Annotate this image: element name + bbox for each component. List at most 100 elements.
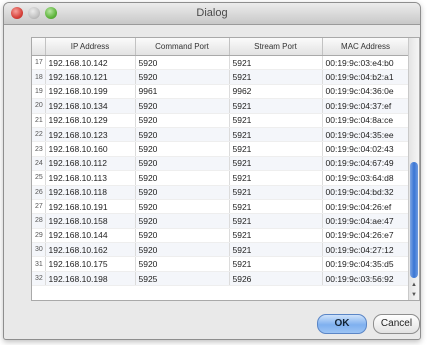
table-row[interactable]: 32 192.168.10.198 5925 5926 00:19:9c:03:56:9… xyxy=(32,271,410,287)
mac-address-cell: 00:19:9c:04:b2:a1 xyxy=(322,69,410,85)
ip-address-cell: 192.168.10.142 xyxy=(45,55,136,71)
row-number-cell: 27 xyxy=(32,199,46,215)
table-header-row: IP Address Command Port Stream Port MAC … xyxy=(32,38,410,56)
stream-port-cell: 5921 xyxy=(229,199,323,215)
table-row[interactable]: 28 192.168.10.158 5920 5921 00:19:9c:04:ae:4… xyxy=(32,213,410,229)
mac-address-cell: 00:19:9c:04:35:d5 xyxy=(322,256,410,272)
cancel-button[interactable]: Cancel xyxy=(373,314,420,334)
command-port-cell: 5920 xyxy=(135,256,230,272)
ip-address-cell: 192.168.10.158 xyxy=(45,213,136,229)
ip-address-cell: 192.168.10.118 xyxy=(45,185,136,200)
row-number-cell: 28 xyxy=(32,213,46,229)
header-stream-port[interactable]: Stream Port xyxy=(229,38,323,56)
ip-address-cell: 192.168.10.134 xyxy=(45,98,136,114)
table-row[interactable]: 31 192.168.10.175 5920 5921 00:19:9c:04:35:d… xyxy=(32,256,410,272)
header-mac-address[interactable]: MAC Address xyxy=(322,38,410,56)
title-bar[interactable]: Dialog xyxy=(4,3,420,25)
scroll-thumb[interactable] xyxy=(410,162,418,278)
command-port-cell: 5920 xyxy=(135,185,230,200)
table-row[interactable]: 30 192.168.10.162 5920 5921 00:19:9c:04:27:1… xyxy=(32,242,410,258)
ok-button[interactable]: OK xyxy=(317,314,367,334)
command-port-cell: 5920 xyxy=(135,199,230,215)
stream-port-cell: 5921 xyxy=(229,256,323,272)
row-number-cell: 19 xyxy=(32,84,46,100)
device-table: IP Address Command Port Stream Port MAC … xyxy=(32,38,410,287)
mac-address-cell: 00:19:9c:04:27:12 xyxy=(322,242,410,258)
table-row[interactable]: 24 192.168.10.112 5920 5921 00:19:9c:04:67:4… xyxy=(32,156,410,172)
stream-port-cell: 9962 xyxy=(229,84,323,100)
table-row[interactable]: 20 192.168.10.134 5920 5921 00:19:9c:04:37:e… xyxy=(32,98,410,114)
mac-address-cell: 00:19:9c:03:64:d8 xyxy=(322,170,410,186)
table-row[interactable]: 17 192.168.10.142 5920 5921 00:19:9c:03:e4:b… xyxy=(32,55,410,71)
mac-address-cell: 00:19:9c:04:67:49 xyxy=(322,156,410,172)
device-table-container[interactable]: IP Address Command Port Stream Port MAC … xyxy=(31,37,420,301)
ip-address-cell: 192.168.10.162 xyxy=(45,242,136,258)
table-row[interactable]: 26 192.168.10.118 5920 5921 00:19:9c:04:bd:3… xyxy=(32,185,410,200)
arrow-down-icon[interactable]: ▼ xyxy=(409,290,419,300)
header-row-number xyxy=(32,38,46,56)
table-row[interactable]: 21 192.168.10.129 5920 5921 00:19:9c:04:8a:c… xyxy=(32,113,410,128)
mac-address-cell: 00:19:9c:04:02:43 xyxy=(322,141,410,157)
stream-port-cell: 5921 xyxy=(229,170,323,186)
stream-port-cell: 5921 xyxy=(229,185,323,200)
row-number-cell: 24 xyxy=(32,156,46,172)
mac-address-cell: 00:19:9c:04:ae:47 xyxy=(322,213,410,229)
command-port-cell: 5920 xyxy=(135,141,230,157)
stream-port-cell: 5921 xyxy=(229,242,323,258)
row-number-cell: 25 xyxy=(32,170,46,186)
table-row[interactable]: 19 192.168.10.199 9961 9962 00:19:9c:04:36:0… xyxy=(32,84,410,100)
ip-address-cell: 192.168.10.112 xyxy=(45,156,136,172)
header-ip-address[interactable]: IP Address xyxy=(45,38,136,56)
table-row[interactable]: 29 192.168.10.144 5920 5921 00:19:9c:04:26:e… xyxy=(32,228,410,244)
command-port-cell: 5920 xyxy=(135,156,230,172)
stream-port-cell: 5921 xyxy=(229,156,323,172)
row-number-cell: 21 xyxy=(32,113,46,128)
header-command-port[interactable]: Command Port xyxy=(135,38,230,56)
command-port-cell: 5920 xyxy=(135,170,230,186)
command-port-cell: 5920 xyxy=(135,55,230,71)
ip-address-cell: 192.168.10.144 xyxy=(45,228,136,244)
row-number-cell: 30 xyxy=(32,242,46,258)
mac-address-cell: 00:19:9c:04:26:e7 xyxy=(322,228,410,244)
stream-port-cell: 5921 xyxy=(229,98,323,114)
stream-port-cell: 5921 xyxy=(229,55,323,71)
table-row[interactable]: 22 192.168.10.123 5920 5921 00:19:9c:04:35:e… xyxy=(32,127,410,143)
row-number-cell: 20 xyxy=(32,98,46,114)
stream-port-cell: 5921 xyxy=(229,127,323,143)
ip-address-cell: 192.168.10.121 xyxy=(45,69,136,85)
command-port-cell: 5920 xyxy=(135,213,230,229)
ip-address-cell: 192.168.10.123 xyxy=(45,127,136,143)
command-port-cell: 5920 xyxy=(135,113,230,128)
ip-address-cell: 192.168.10.191 xyxy=(45,199,136,215)
command-port-cell: 9961 xyxy=(135,84,230,100)
row-number-cell: 23 xyxy=(32,141,46,157)
ip-address-cell: 192.168.10.198 xyxy=(45,271,136,287)
row-number-cell: 26 xyxy=(32,185,46,200)
arrow-up-icon[interactable]: ▲ xyxy=(409,280,419,290)
stream-port-cell: 5921 xyxy=(229,69,323,85)
mac-address-cell: 00:19:9c:04:bd:32 xyxy=(322,185,410,200)
mac-address-cell: 00:19:9c:04:36:0e xyxy=(322,84,410,100)
window-title: Dialog xyxy=(196,7,228,19)
command-port-cell: 5920 xyxy=(135,98,230,114)
stream-port-cell: 5921 xyxy=(229,113,323,128)
mac-address-cell: 00:19:9c:03:e4:b0 xyxy=(322,55,410,71)
row-number-cell: 32 xyxy=(32,271,46,287)
row-number-cell: 22 xyxy=(32,127,46,143)
table-row[interactable]: 27 192.168.10.191 5920 5921 00:19:9c:04:26:e… xyxy=(32,199,410,215)
table-row[interactable]: 23 192.168.10.160 5920 5921 00:19:9c:04:02:4… xyxy=(32,141,410,157)
command-port-cell: 5920 xyxy=(135,242,230,258)
dialog-window: Dialog IP Address Command Port Stream Po… xyxy=(3,2,421,340)
table-row[interactable]: 18 192.168.10.121 5920 5921 00:19:9c:04:b2:a… xyxy=(32,69,410,85)
row-number-cell: 31 xyxy=(32,256,46,272)
mac-address-cell: 00:19:9c:04:8a:ce xyxy=(322,113,410,128)
vertical-scrollbar[interactable]: ▲ ▼ xyxy=(408,38,419,300)
command-port-cell: 5920 xyxy=(135,228,230,244)
mac-address-cell: 00:19:9c:04:26:ef xyxy=(322,199,410,215)
command-port-cell: 5920 xyxy=(135,127,230,143)
row-number-cell: 18 xyxy=(32,69,46,85)
table-row[interactable]: 25 192.168.10.113 5920 5921 00:19:9c:03:64:d… xyxy=(32,170,410,186)
mac-address-cell: 00:19:9c:04:37:ef xyxy=(322,98,410,114)
stream-port-cell: 5926 xyxy=(229,271,323,287)
mac-address-cell: 00:19:9c:04:35:ee xyxy=(322,127,410,143)
